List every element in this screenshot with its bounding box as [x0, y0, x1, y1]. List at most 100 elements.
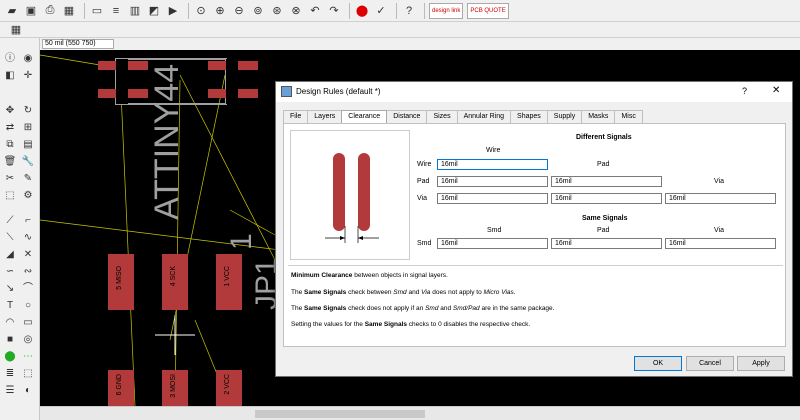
zoom-last-icon[interactable]: ⊗ — [288, 3, 304, 19]
pad-label: 4 SCK — [170, 266, 177, 287]
help-icon[interactable]: ? — [401, 3, 417, 19]
autorouter-icon[interactable]: ∾ — [21, 265, 35, 278]
run-icon[interactable]: ▶ — [165, 3, 181, 19]
move-icon[interactable]: ✥ — [3, 104, 17, 117]
coordinate-display: 50 mil (550 750) — [42, 39, 114, 49]
tab-misc[interactable]: Misc — [614, 110, 643, 123]
design-link-logo[interactable]: design link — [429, 2, 464, 19]
text-icon[interactable]: T — [3, 299, 17, 312]
arc-icon[interactable]: ⌒ — [21, 282, 35, 295]
display-icon[interactable]: ◧ — [3, 69, 17, 82]
ok-button[interactable]: OK — [634, 356, 682, 371]
grid-icon[interactable]: ▦ — [8, 22, 24, 38]
copy-icon[interactable]: ⧉ — [3, 138, 17, 151]
cam-icon[interactable]: ▦ — [61, 3, 77, 19]
via-wire-input[interactable]: 16mil — [437, 193, 548, 204]
same-signals-header: Same Signals — [582, 215, 628, 222]
wire-wire-input[interactable]: 16mil — [437, 159, 548, 170]
arc-tool-icon[interactable]: ◠ — [3, 316, 17, 329]
wrench-icon[interactable]: 🔧 — [21, 155, 35, 168]
same-row-smd-label: Smd — [417, 240, 432, 247]
rect-icon[interactable]: ▭ — [21, 316, 35, 329]
note-same-package: The Same Signals check does not apply if… — [291, 305, 555, 312]
errors-icon[interactable]: ◐ — [21, 384, 35, 397]
delete-icon[interactable]: 🗑 — [3, 155, 17, 168]
zoom-in-icon[interactable]: ⊕ — [212, 3, 228, 19]
paste-icon[interactable]: ▤ — [21, 138, 35, 151]
show-icon[interactable]: ◉ — [21, 52, 35, 65]
optimize-icon[interactable]: ✎ — [21, 172, 35, 185]
tab-layers[interactable]: Layers — [307, 110, 343, 123]
tab-annular-ring[interactable]: Annular Ring — [456, 110, 512, 123]
coordinate-bar: 50 mil (550 750) — [40, 38, 800, 50]
horizontal-scrollbar[interactable] — [40, 406, 800, 420]
smd-via-input[interactable]: 16mil — [665, 238, 776, 249]
mark-icon[interactable]: ✛ — [21, 69, 35, 82]
rotate-icon[interactable]: ↻ — [21, 104, 35, 117]
zoom-redraw-icon[interactable]: ⊚ — [250, 3, 266, 19]
apply-button[interactable]: Apply — [737, 356, 785, 371]
via-via-input[interactable]: 16mil — [665, 193, 776, 204]
drc-icon[interactable]: ⬚ — [21, 367, 35, 380]
board-icon[interactable]: ▭ — [89, 3, 105, 19]
signal-icon[interactable]: ∽ — [3, 265, 17, 278]
save-icon[interactable]: ▣ — [23, 3, 39, 19]
polygon-icon[interactable]: ◢ — [3, 248, 17, 261]
via-pad-input[interactable]: 16mil — [551, 193, 662, 204]
cancel-button[interactable]: Cancel — [686, 356, 734, 371]
ulp-icon[interactable]: ▥ — [127, 3, 143, 19]
dialog-title: Design Rules (default *) — [296, 87, 381, 96]
change-icon[interactable]: ⚙ — [21, 189, 35, 202]
circle-icon[interactable]: ○ — [21, 299, 35, 312]
dialog-app-icon — [281, 86, 292, 97]
ripup-icon[interactable]: ⟍ — [3, 231, 17, 244]
same-col-smd-label: Smd — [487, 227, 502, 234]
open-folder-icon[interactable]: ▰ — [4, 3, 20, 19]
via-icon[interactable]: ⬤ — [3, 350, 17, 363]
meander-icon[interactable]: ∿ — [21, 231, 35, 244]
ratsnest-icon[interactable]: ✕ — [21, 248, 35, 261]
tab-masks[interactable]: Masks — [581, 110, 616, 123]
smd-pad-input[interactable]: 16mil — [551, 238, 662, 249]
tab-supply[interactable]: Supply — [546, 110, 583, 123]
route-icon[interactable]: ⟋ — [3, 214, 17, 227]
close-icon[interactable]: ✕ — [772, 85, 780, 96]
zoom-fit-icon[interactable]: ⊙ — [193, 3, 209, 19]
row-pad-label: Pad — [417, 178, 430, 185]
tab-distance[interactable]: Distance — [386, 110, 428, 123]
dialog-titlebar[interactable]: Design Rules (default *) ? ✕ — [276, 82, 792, 102]
info-icon[interactable]: ⓘ — [3, 52, 17, 65]
pad-wire-input[interactable]: 16mil — [437, 176, 548, 187]
print-icon[interactable]: ⎙ — [42, 3, 58, 19]
zoom-out-icon[interactable]: ⊖ — [231, 3, 247, 19]
undo-icon[interactable]: ↶ — [307, 3, 323, 19]
tab-file[interactable]: File — [283, 110, 309, 123]
scrollbar-thumb[interactable] — [255, 410, 425, 418]
script-icon[interactable]: ≡ — [108, 3, 124, 19]
pcb-quote-logo[interactable]: PCB QUOTE — [467, 2, 509, 19]
hole-icon[interactable]: ◎ — [21, 333, 35, 346]
miter-icon[interactable]: ⌐ — [21, 214, 35, 227]
split-icon[interactable]: ✂ — [3, 172, 17, 185]
mirror-icon[interactable]: ⇄ — [3, 121, 17, 134]
group-icon[interactable]: ⬚ — [3, 189, 17, 202]
tab-clearance[interactable]: Clearance — [341, 110, 388, 124]
pad-pad-input[interactable]: 16mil — [551, 176, 662, 187]
help-button[interactable]: ? — [742, 86, 747, 96]
smd-smd-input[interactable]: 16mil — [437, 238, 548, 249]
layer-icon[interactable]: ≣ — [3, 367, 17, 380]
sch-icon[interactable]: ◩ — [146, 3, 162, 19]
align-icon[interactable]: ⊞ — [21, 121, 35, 134]
line-icon[interactable]: ↘ — [3, 282, 17, 295]
zoom-select-icon[interactable]: ⊛ — [269, 3, 285, 19]
attribute-icon[interactable]: ☰ — [3, 384, 17, 397]
chip-label: ATTINY44 — [148, 63, 186, 220]
tab-sizes[interactable]: Sizes — [426, 110, 458, 123]
tab-shapes[interactable]: Shapes — [510, 110, 548, 123]
stop-icon[interactable]: ⬤ — [354, 3, 370, 19]
pad-label: 2 VCC — [224, 374, 231, 395]
fill-rect-icon[interactable]: ■ — [3, 333, 17, 346]
redo-icon[interactable]: ↷ — [326, 3, 342, 19]
go-icon[interactable]: ✓ — [373, 3, 389, 19]
dimension-icon[interactable]: ⋯ — [21, 350, 35, 363]
